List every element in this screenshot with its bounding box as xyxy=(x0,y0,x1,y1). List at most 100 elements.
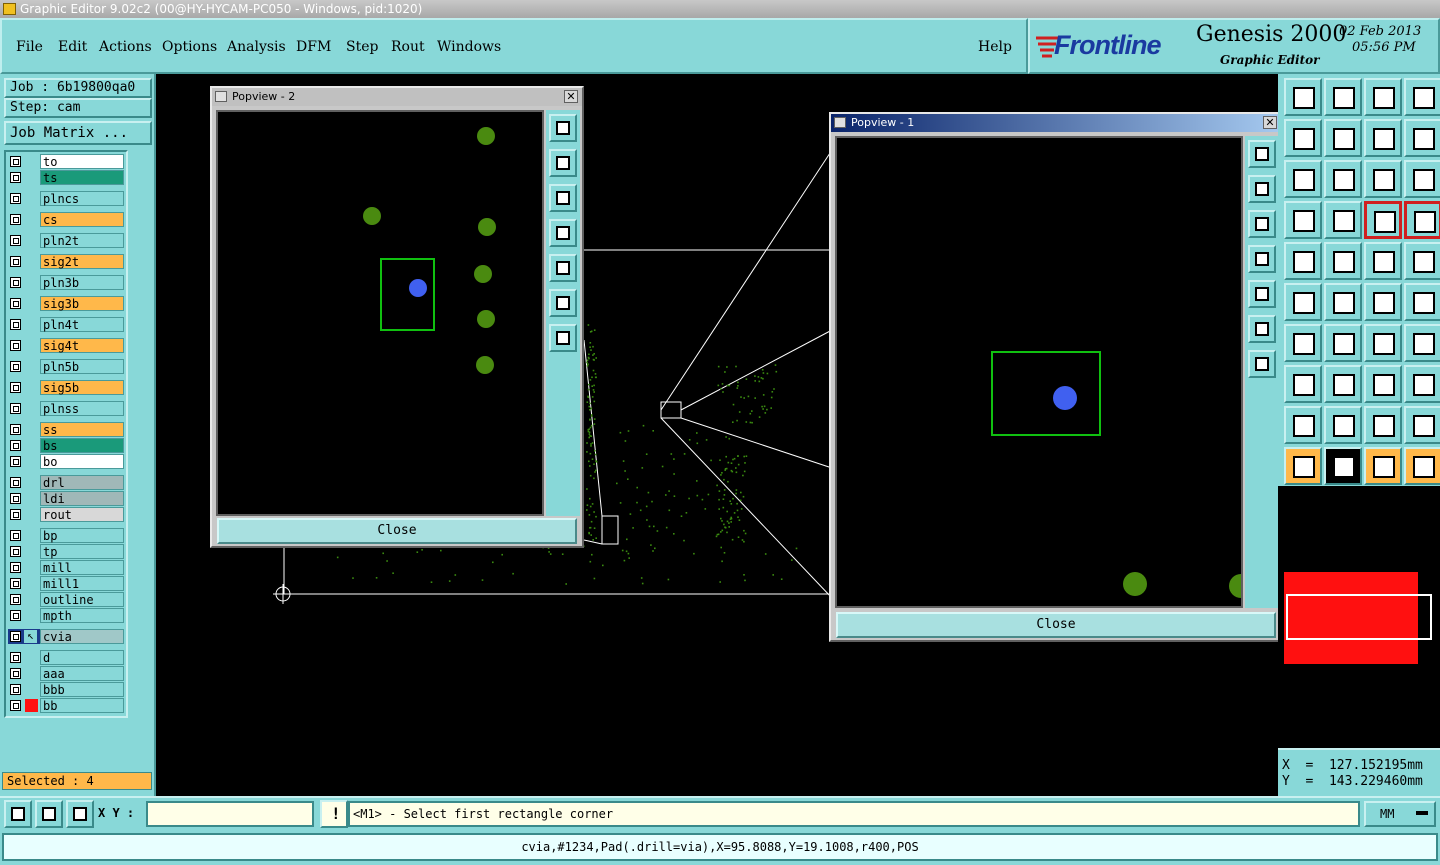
layer-checkbox[interactable] xyxy=(10,652,21,663)
layer-checkbox[interactable] xyxy=(10,440,21,451)
menu-actions[interactable]: Actions xyxy=(99,39,152,55)
zoom-fit-icon[interactable] xyxy=(549,114,577,142)
close-icon[interactable]: ✕ xyxy=(564,90,578,103)
layer-checkbox[interactable] xyxy=(10,631,21,642)
layer-row-plncs[interactable]: plncs xyxy=(8,191,124,206)
grid-view-icon[interactable] xyxy=(1324,201,1362,239)
layer-checkbox[interactable] xyxy=(10,319,21,330)
copy-icon[interactable] xyxy=(1404,283,1440,321)
arch-icon[interactable] xyxy=(1364,406,1402,444)
job-matrix-button[interactable]: Job Matrix ... xyxy=(4,121,152,145)
layer-checkbox[interactable] xyxy=(10,700,21,711)
measure-icon[interactable] xyxy=(4,800,32,828)
zoom-in-icon[interactable] xyxy=(549,289,577,317)
units-select[interactable]: MM xyxy=(1364,801,1436,827)
layer-name[interactable]: pln3b xyxy=(40,275,124,290)
undo-icon[interactable] xyxy=(1284,119,1322,157)
layer-checkbox[interactable] xyxy=(10,546,21,557)
rotate-icon[interactable] xyxy=(1404,119,1440,157)
arc-icon[interactable] xyxy=(1364,324,1402,362)
measure-dist-icon[interactable] xyxy=(1364,365,1402,403)
menu-options[interactable]: Options xyxy=(162,39,217,55)
layer-row-sig5b[interactable]: sig5b xyxy=(8,380,124,395)
layer-name[interactable]: sig3b xyxy=(40,296,124,311)
layer-row-bs[interactable]: bs xyxy=(8,438,124,453)
layer-row-to[interactable]: to xyxy=(8,154,124,169)
layer-name[interactable]: bbb xyxy=(40,682,124,697)
layer-checkbox[interactable] xyxy=(10,668,21,679)
symbol-icon[interactable] xyxy=(1404,365,1440,403)
pan-right-icon[interactable] xyxy=(549,254,577,282)
layer-checkbox[interactable] xyxy=(10,594,21,605)
flip-icon[interactable] xyxy=(1364,119,1402,157)
select-icon[interactable] xyxy=(1364,447,1402,485)
layer-checkbox[interactable] xyxy=(10,493,21,504)
pan-up-icon[interactable] xyxy=(1248,175,1276,203)
layer-checkbox[interactable] xyxy=(10,477,21,488)
add-line-icon[interactable] xyxy=(1324,242,1362,280)
add-surface-icon[interactable] xyxy=(1404,242,1440,280)
layer-name[interactable]: rout xyxy=(40,507,124,522)
layer-checkbox[interactable] xyxy=(10,340,21,351)
layer-row-ss[interactable]: ss xyxy=(8,422,124,437)
layer-checkbox[interactable] xyxy=(10,214,21,225)
layer-row-mill[interactable]: mill xyxy=(8,560,124,575)
zoom-out-icon[interactable] xyxy=(549,324,577,352)
open-job-icon[interactable] xyxy=(1284,78,1322,116)
layer-name[interactable]: sig2t xyxy=(40,254,124,269)
pan-right-icon[interactable] xyxy=(1248,280,1276,308)
pan-up-icon[interactable] xyxy=(549,149,577,177)
layer-name[interactable]: plnss xyxy=(40,401,124,416)
layer-checkbox[interactable] xyxy=(10,509,21,520)
layer-checkbox[interactable] xyxy=(10,530,21,541)
layer-row-mpth[interactable]: mpth xyxy=(8,608,124,623)
layer-name[interactable]: outline xyxy=(40,592,124,607)
menu-step[interactable]: Step xyxy=(346,39,378,55)
layer-name[interactable]: ss xyxy=(40,422,124,437)
pad-shape-icon[interactable] xyxy=(1284,365,1322,403)
layer-name[interactable]: bs xyxy=(40,438,124,453)
view-window-marker[interactable] xyxy=(1286,594,1432,640)
menu-windows[interactable]: Windows xyxy=(437,39,501,55)
line-shape-icon[interactable] xyxy=(1324,365,1362,403)
menu-analysis[interactable]: Analysis xyxy=(227,39,286,55)
layer-row-tp[interactable]: tp xyxy=(8,544,124,559)
layer-row-bo[interactable]: bo xyxy=(8,454,124,469)
net-select-icon[interactable] xyxy=(1404,201,1440,239)
save-icon[interactable] xyxy=(1324,78,1362,116)
menu-rout[interactable]: Rout xyxy=(391,39,425,55)
ruler-icon[interactable] xyxy=(1364,242,1402,280)
pointer-icon[interactable] xyxy=(1284,447,1322,485)
layer-name[interactable]: d xyxy=(40,650,124,665)
home-icon[interactable] xyxy=(1364,78,1402,116)
pan-down-icon[interactable] xyxy=(549,184,577,212)
delete-icon[interactable] xyxy=(1324,283,1362,321)
layer-row-cvia[interactable]: cvia ↖ xyxy=(8,629,124,644)
layer-row-pln5b[interactable]: pln5b xyxy=(8,359,124,374)
layer-row-mill1[interactable]: mill1 xyxy=(8,576,124,591)
layer-row-plnss[interactable]: plnss xyxy=(8,401,124,416)
zoom-fit-icon[interactable] xyxy=(1248,140,1276,168)
layer-name[interactable]: cvia xyxy=(40,629,124,644)
layer-name[interactable]: plncs xyxy=(40,191,124,206)
snap-icon[interactable] xyxy=(35,800,63,828)
layer-name[interactable]: bp xyxy=(40,528,124,543)
layer-row-cs[interactable]: cs xyxy=(8,212,124,227)
layer-row-rout[interactable]: rout xyxy=(8,507,124,522)
edit-line-icon[interactable] xyxy=(1324,324,1362,362)
tools-icon[interactable] xyxy=(1284,201,1322,239)
layer-name[interactable]: ts xyxy=(40,170,124,185)
popview-1-close-button[interactable]: Close xyxy=(836,612,1276,638)
layer-name[interactable]: bo xyxy=(40,454,124,469)
layer-checkbox[interactable] xyxy=(10,298,21,309)
layer-row-ldi[interactable]: ldi xyxy=(8,491,124,506)
layer-checkbox[interactable] xyxy=(10,424,21,435)
net-highlight-icon[interactable] xyxy=(1364,201,1402,239)
alert-icon[interactable]: ! xyxy=(320,800,348,828)
split-icon[interactable] xyxy=(1404,324,1440,362)
layer-name[interactable]: pln2t xyxy=(40,233,124,248)
layer-row-sig4t[interactable]: sig4t xyxy=(8,338,124,353)
menu-file[interactable]: File xyxy=(16,39,43,55)
layer-name[interactable]: sig4t xyxy=(40,338,124,353)
layer-checkbox[interactable] xyxy=(10,610,21,621)
